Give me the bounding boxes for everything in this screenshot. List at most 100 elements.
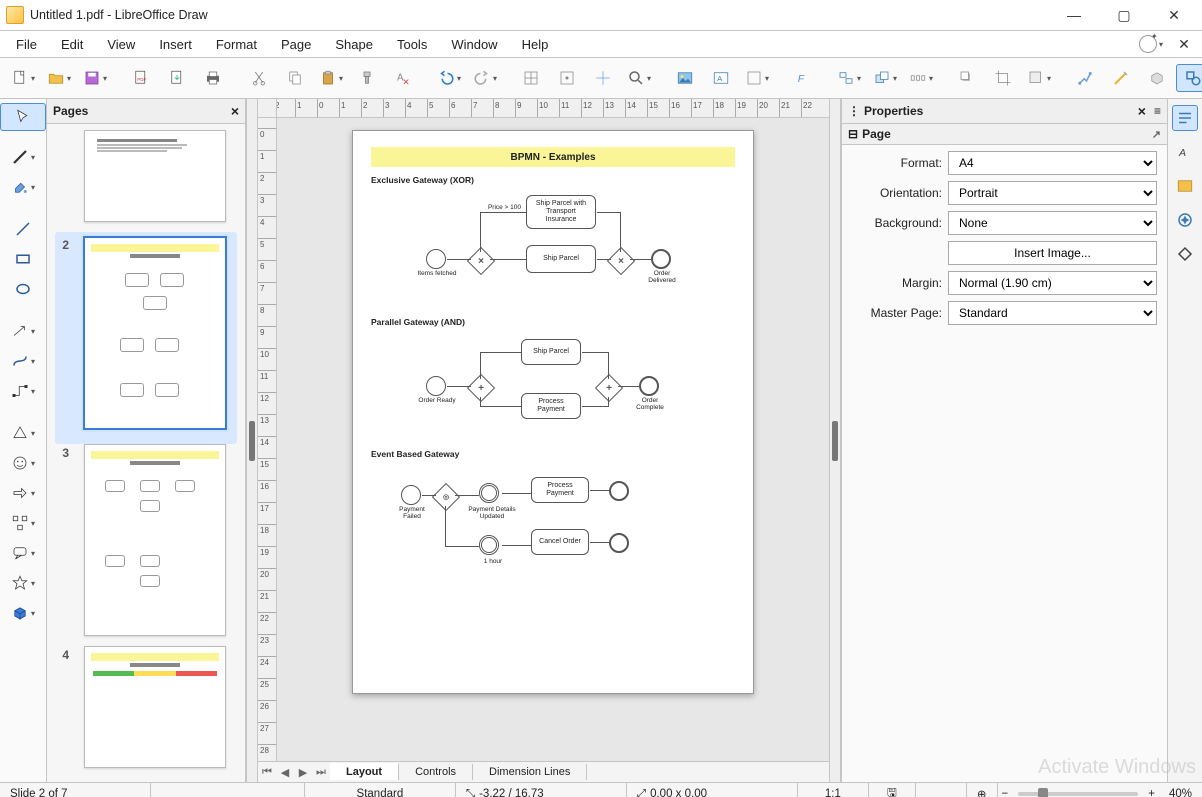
sidebar-tab-navigator[interactable] (1172, 207, 1198, 233)
page-view[interactable]: BPMN - Examples Exclusive Gateway (XOR) … (352, 130, 754, 694)
status-scale[interactable]: 1:1 (798, 783, 869, 797)
menu-insert[interactable]: Insert (149, 34, 202, 55)
format-select[interactable]: A4 (948, 151, 1157, 175)
insert-textbox-button[interactable]: A (704, 64, 738, 92)
clear-format-button[interactable]: A (386, 64, 420, 92)
tab-nav-next[interactable]: ▶ (294, 766, 312, 779)
ellipse-tool[interactable] (0, 275, 46, 303)
line-tool[interactable] (0, 215, 46, 243)
grid-button[interactable] (514, 64, 548, 92)
page-group-header[interactable]: ⊟ Page ↗ (842, 124, 1167, 145)
status-save-icon[interactable]: 🖫 (869, 783, 916, 797)
edit-points-button[interactable] (1104, 64, 1138, 92)
zoom-in-button[interactable]: + (1144, 783, 1159, 797)
menu-help[interactable]: Help (512, 34, 559, 55)
tab-controls[interactable]: Controls (399, 764, 473, 780)
menu-shape[interactable]: Shape (325, 34, 383, 55)
print-button[interactable] (196, 64, 230, 92)
new-button[interactable]: ▾ (6, 64, 40, 92)
zoom-slider[interactable] (1018, 792, 1138, 796)
draw-functions-button[interactable] (1176, 64, 1202, 92)
basic-shapes-tool[interactable]: ▾ (0, 419, 46, 447)
background-select[interactable]: None (948, 211, 1157, 235)
zoom-button[interactable]: ▾ (622, 64, 656, 92)
redo-button[interactable]: ▾ (468, 64, 502, 92)
menu-tools[interactable]: Tools (387, 34, 437, 55)
page-thumbnail-2[interactable] (83, 236, 227, 430)
zoom-out-button[interactable]: − (998, 783, 1013, 797)
curve-tool[interactable]: ▾ (0, 347, 46, 375)
tab-layout[interactable]: Layout (330, 763, 399, 780)
close-properties-panel-button[interactable]: × (1138, 103, 1146, 119)
master-page-select[interactable]: Standard (948, 301, 1157, 325)
sidebar-tab-gallery[interactable] (1172, 173, 1198, 199)
panel-menu-icon[interactable]: ≡ (1154, 104, 1161, 118)
minimize-button[interactable]: — (1052, 1, 1096, 29)
save-button[interactable]: ▾ (78, 64, 112, 92)
vertical-ruler[interactable]: 1012345678910111213141516171819202122232… (258, 118, 277, 761)
drawing-canvas[interactable]: BPMN - Examples Exclusive Gateway (XOR) … (277, 118, 829, 761)
insert-special-button[interactable]: ▾ (740, 64, 774, 92)
cut-button[interactable] (242, 64, 276, 92)
shadow-button[interactable] (950, 64, 984, 92)
sidebar-tab-shapes[interactable] (1172, 241, 1198, 267)
status-fit-page[interactable]: ⊕ (967, 783, 998, 797)
arrange-button[interactable]: ▾ (868, 64, 902, 92)
connector-tool[interactable]: ▾ (0, 377, 46, 405)
symbol-shapes-tool[interactable]: ▾ (0, 449, 46, 477)
rect-tool[interactable] (0, 245, 46, 273)
copy-button[interactable] (278, 64, 312, 92)
paste-button[interactable]: ▾ (314, 64, 348, 92)
star-tool[interactable]: ▾ (0, 569, 46, 597)
3d-tool[interactable]: ▾ (0, 599, 46, 627)
export-pdf-button[interactable]: PDF (124, 64, 158, 92)
select-tool[interactable] (0, 103, 46, 131)
arrow-tool[interactable]: ▾ (0, 317, 46, 345)
group-more-icon[interactable]: ↗ (1152, 128, 1161, 141)
sidebar-tab-styles[interactable]: A (1172, 139, 1198, 165)
align-button[interactable]: ▾ (832, 64, 866, 92)
page-thumbnail-3[interactable] (84, 444, 226, 636)
status-style[interactable]: Standard (305, 783, 456, 797)
menu-format[interactable]: Format (206, 34, 267, 55)
page-thumbnail-1[interactable] (84, 130, 226, 222)
tab-nav-prev[interactable]: ◀ (276, 766, 294, 779)
zoom-percent[interactable]: 40% (1159, 783, 1202, 797)
menu-window[interactable]: Window (441, 34, 507, 55)
distribute-button[interactable]: ▾ (904, 64, 938, 92)
open-button[interactable]: ▾ (42, 64, 76, 92)
block-arrow-tool[interactable]: ▾ (0, 479, 46, 507)
sidebar-tab-properties[interactable] (1172, 105, 1198, 131)
gluepoints-button[interactable] (1068, 64, 1102, 92)
undo-button[interactable]: ▾ (432, 64, 466, 92)
locale-button[interactable]: ▾ (1134, 30, 1168, 58)
page-thumbnail-4[interactable] (84, 646, 226, 768)
insert-image-button-prop[interactable]: Insert Image... (948, 241, 1157, 265)
snap-button[interactable] (550, 64, 584, 92)
line-color-tool[interactable]: ▾ (0, 143, 46, 171)
pages-thumbnail-list[interactable]: 2 3 (47, 124, 245, 782)
flowchart-tool[interactable]: ▾ (0, 509, 46, 537)
fontwork-button[interactable]: F (786, 64, 820, 92)
guides-button[interactable] (586, 64, 620, 92)
margin-select[interactable]: Normal (1.90 cm) (948, 271, 1157, 295)
maximize-button[interactable]: ▢ (1102, 1, 1146, 29)
clone-format-button[interactable] (350, 64, 384, 92)
orientation-select[interactable]: Portrait (948, 181, 1157, 205)
fill-color-tool[interactable]: ▾ (0, 173, 46, 201)
crop-button[interactable] (986, 64, 1020, 92)
tab-dimension-lines[interactable]: Dimension Lines (473, 764, 587, 780)
export-button[interactable] (160, 64, 194, 92)
close-pages-panel-button[interactable]: × (231, 103, 239, 119)
insert-image-button[interactable] (668, 64, 702, 92)
horizontal-ruler[interactable]: 21012345678910111213141516171819202122 (258, 99, 829, 118)
menu-view[interactable]: View (97, 34, 145, 55)
extrusion-button[interactable] (1140, 64, 1174, 92)
right-sash[interactable] (829, 99, 841, 782)
menu-edit[interactable]: Edit (51, 34, 93, 55)
close-window-button[interactable]: ✕ (1152, 1, 1196, 29)
menu-page[interactable]: Page (271, 34, 321, 55)
close-document-button[interactable]: ✕ (1172, 30, 1196, 58)
left-sash[interactable] (246, 99, 258, 782)
callout-tool[interactable]: ▾ (0, 539, 46, 567)
